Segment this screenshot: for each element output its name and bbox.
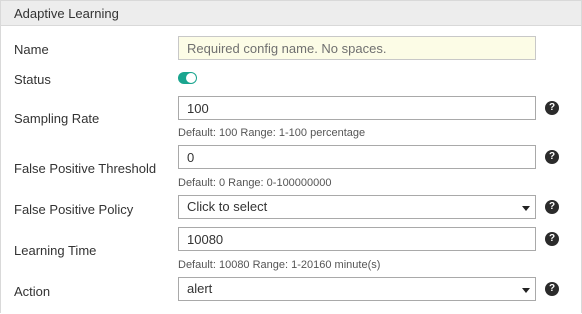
sampling-rate-help-icon[interactable]: ? xyxy=(545,101,559,115)
learning-time-input[interactable] xyxy=(178,227,536,251)
sampling-rate-input[interactable] xyxy=(178,96,536,120)
sampling-rate-label: Sampling Rate xyxy=(14,111,100,126)
false-positive-policy-select[interactable]: Click to select xyxy=(178,195,536,219)
name-label: Name xyxy=(14,42,49,57)
panel-header: Adaptive Learning xyxy=(1,1,581,26)
action-select[interactable]: alert xyxy=(178,277,536,301)
false-positive-policy-selected: Click to select xyxy=(187,199,268,214)
status-toggle[interactable] xyxy=(178,72,197,84)
false-positive-threshold-label: False Positive Threshold xyxy=(14,161,157,176)
chevron-down-icon xyxy=(522,288,530,293)
false-positive-threshold-input[interactable] xyxy=(178,145,536,169)
false-positive-policy-help-icon[interactable]: ? xyxy=(545,200,559,214)
learning-time-hint: Default: 10080 Range: 1-20160 minute(s) xyxy=(178,259,381,271)
panel-title: Adaptive Learning xyxy=(14,6,119,21)
status-toggle-knob xyxy=(186,73,196,83)
status-label: Status xyxy=(14,72,51,87)
false-positive-threshold-hint: Default: 0 Range: 0-100000000 xyxy=(178,177,332,189)
learning-time-label: Learning Time xyxy=(14,243,97,258)
false-positive-policy-label: False Positive Policy xyxy=(14,202,134,217)
false-positive-threshold-help-icon[interactable]: ? xyxy=(545,150,559,164)
name-input[interactable] xyxy=(178,36,536,60)
action-help-icon[interactable]: ? xyxy=(545,282,559,296)
action-selected: alert xyxy=(187,281,213,296)
chevron-down-icon xyxy=(522,206,530,211)
action-label: Action xyxy=(14,284,51,299)
sampling-rate-hint: Default: 100 Range: 1-100 percentage xyxy=(178,127,366,139)
learning-time-help-icon[interactable]: ? xyxy=(545,232,559,246)
